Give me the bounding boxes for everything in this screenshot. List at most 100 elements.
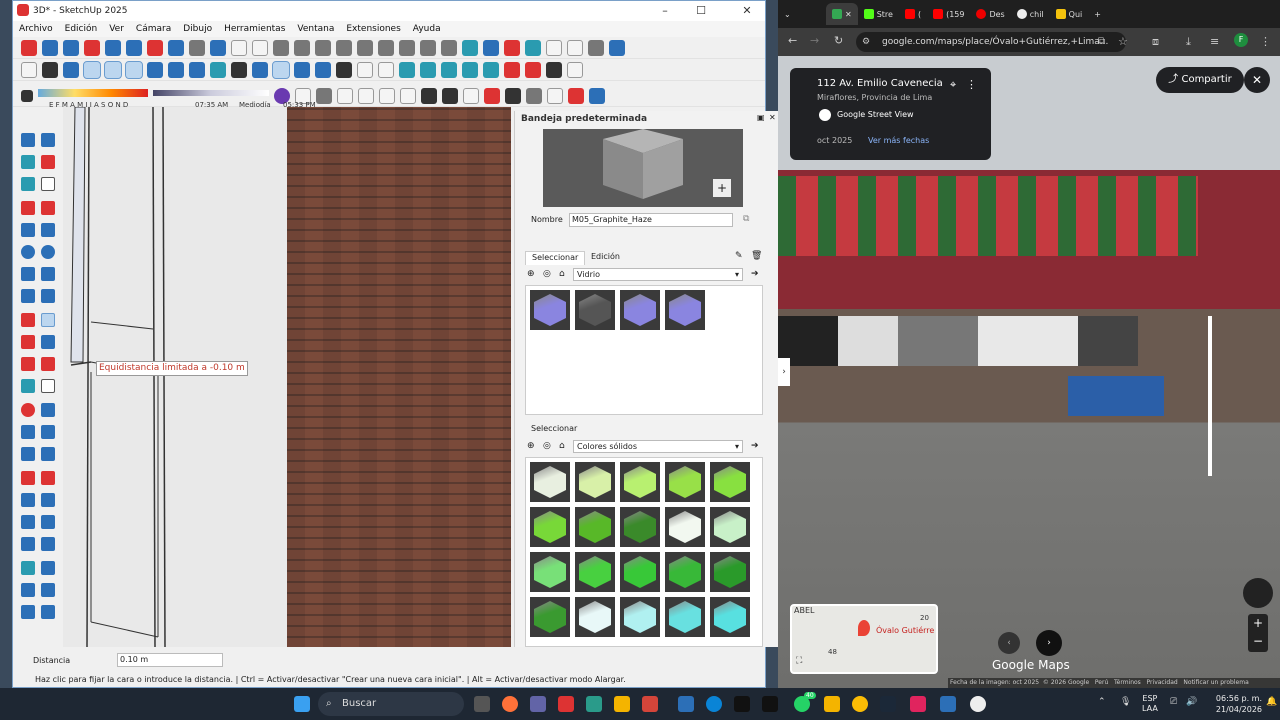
pin-location-icon[interactable]: ⌖	[950, 78, 956, 92]
line-tool-icon[interactable]	[21, 201, 35, 215]
solid-tools-icon[interactable]	[399, 61, 415, 78]
material-swatch[interactable]	[665, 597, 705, 637]
tiktok-icon[interactable]	[734, 696, 750, 712]
details-arrow-icon-2[interactable]: ➔	[751, 441, 759, 451]
drape-icon[interactable]	[41, 583, 55, 597]
back-icon[interactable]: ←	[788, 34, 797, 47]
rectangle-icon[interactable]	[21, 223, 35, 237]
3d-text-icon[interactable]	[41, 425, 55, 439]
menu-kebab-icon[interactable]: ⋮	[1260, 35, 1271, 48]
office-icon[interactable]	[642, 696, 658, 712]
tab-select[interactable]: Seleccionar	[525, 251, 586, 265]
select-tool-icon[interactable]	[21, 39, 37, 56]
polygon-icon[interactable]	[41, 245, 55, 259]
tab-stre[interactable]: Stre	[858, 3, 899, 25]
share-button[interactable]: ⤴ Compartir	[1156, 67, 1244, 93]
menu-archivo[interactable]: Archivo	[19, 24, 53, 34]
profile-avatar[interactable]: F	[1234, 33, 1248, 47]
textured-icon[interactable]	[168, 61, 184, 78]
report-link[interactable]: Notificar un problema	[1183, 679, 1248, 686]
orbit-tool-icon[interactable]	[41, 447, 55, 461]
notifications-icon[interactable]: 🔔	[1266, 697, 1277, 707]
material-swatch[interactable]	[575, 597, 615, 637]
subtract-icon[interactable]	[441, 61, 457, 78]
component-icon[interactable]	[483, 39, 499, 56]
new-file-icon[interactable]	[231, 39, 247, 56]
menu-ayuda[interactable]: Ayuda	[413, 24, 441, 34]
frame-icon[interactable]	[567, 61, 583, 78]
two-point-arc-icon[interactable]	[41, 267, 55, 281]
material-swatch[interactable]	[710, 507, 750, 547]
location-icon[interactable]	[609, 39, 625, 56]
position-camera-icon[interactable]	[41, 515, 55, 529]
material-swatch[interactable]	[530, 290, 570, 330]
back-arrow-icon[interactable]: ⊕	[527, 269, 535, 279]
delete-icon[interactable]	[357, 39, 373, 56]
app-icon-red[interactable]	[558, 696, 574, 712]
hidden-line-icon[interactable]	[125, 60, 143, 79]
compass-icon[interactable]	[1243, 578, 1273, 608]
eraser-icon[interactable]	[21, 89, 33, 102]
xray-icon[interactable]	[63, 61, 79, 78]
reload-icon[interactable]: ↻	[834, 34, 843, 47]
forward-icon-2[interactable]: ◎	[543, 441, 551, 451]
settings-icon[interactable]	[189, 39, 205, 56]
material-swatch[interactable]	[665, 552, 705, 592]
collapse-panel-button[interactable]: ›	[778, 358, 790, 386]
firefox-icon[interactable]	[502, 696, 518, 712]
start-icon[interactable]	[294, 696, 310, 712]
rotate-icon[interactable]	[21, 335, 35, 349]
info-icon[interactable]	[441, 39, 457, 56]
trim-icon[interactable]	[462, 61, 478, 78]
material-swatch[interactable]	[575, 552, 615, 592]
close-button[interactable]: ✕	[729, 1, 765, 21]
zoom-window-tool-icon[interactable]	[21, 493, 35, 507]
walk-icon[interactable]	[147, 39, 163, 56]
zoom-icon[interactable]	[63, 39, 79, 56]
tray-close-icon[interactable]: ✕	[769, 113, 776, 122]
distance-input[interactable]: 0.10 m	[117, 653, 223, 667]
arc-icon[interactable]	[21, 267, 35, 281]
modeling-viewport[interactable]	[63, 107, 511, 647]
texture-icon[interactable]	[525, 39, 541, 56]
sandbox-icon[interactable]	[526, 87, 542, 104]
walk-tool-icon[interactable]	[21, 537, 35, 551]
house-icon[interactable]	[336, 61, 352, 78]
zoom-in-button[interactable]: +	[1253, 616, 1263, 630]
material-swatch[interactable]	[620, 462, 660, 502]
paint-bucket-icon[interactable]	[105, 39, 121, 56]
tab-chil[interactable]: chil	[1011, 3, 1050, 25]
forward-icon[interactable]: ◎	[543, 269, 551, 279]
tab-search-icon[interactable]: ≡	[1210, 35, 1219, 48]
section-icon[interactable]	[462, 39, 478, 56]
more-dates-link[interactable]: Ver más fechas	[868, 136, 929, 145]
country-link[interactable]: Perú	[1095, 679, 1108, 686]
pin-icon[interactable]: ▣	[757, 113, 765, 122]
eraser-tool-icon[interactable]	[41, 155, 55, 169]
lasso-icon[interactable]	[41, 133, 55, 147]
axes-tool-icon[interactable]	[21, 425, 35, 439]
stamp-icon[interactable]	[21, 583, 35, 597]
scale-icon[interactable]	[589, 87, 605, 104]
pan-icon[interactable]	[21, 471, 35, 485]
menu-ver[interactable]: Ver	[109, 24, 124, 34]
mini-map[interactable]: ABEL 20 48 Óvalo Gutiérre ⛶	[790, 604, 938, 674]
user-icon[interactable]	[42, 61, 58, 78]
search-icon[interactable]	[210, 39, 226, 56]
material-swatch[interactable]	[530, 597, 570, 637]
material-swatch[interactable]	[575, 290, 615, 330]
language-indicator[interactable]: ESP LAA	[1142, 694, 1158, 714]
steam-icon[interactable]	[880, 696, 896, 712]
material-swatch[interactable]	[665, 462, 705, 502]
page-icon[interactable]	[21, 61, 37, 78]
expand-map-icon[interactable]: ⛶	[796, 656, 802, 666]
maximize-button[interactable]: ☐	[683, 1, 719, 21]
split-icon[interactable]	[483, 61, 499, 78]
back-view-icon[interactable]	[294, 61, 310, 78]
material-swatch[interactable]	[710, 462, 750, 502]
material-swatch[interactable]	[530, 507, 570, 547]
front-view-icon[interactable]	[252, 61, 268, 78]
menu-herramientas[interactable]: Herramientas	[224, 24, 285, 34]
acrobat-icon[interactable]	[910, 696, 926, 712]
monochrome-icon[interactable]	[189, 61, 205, 78]
